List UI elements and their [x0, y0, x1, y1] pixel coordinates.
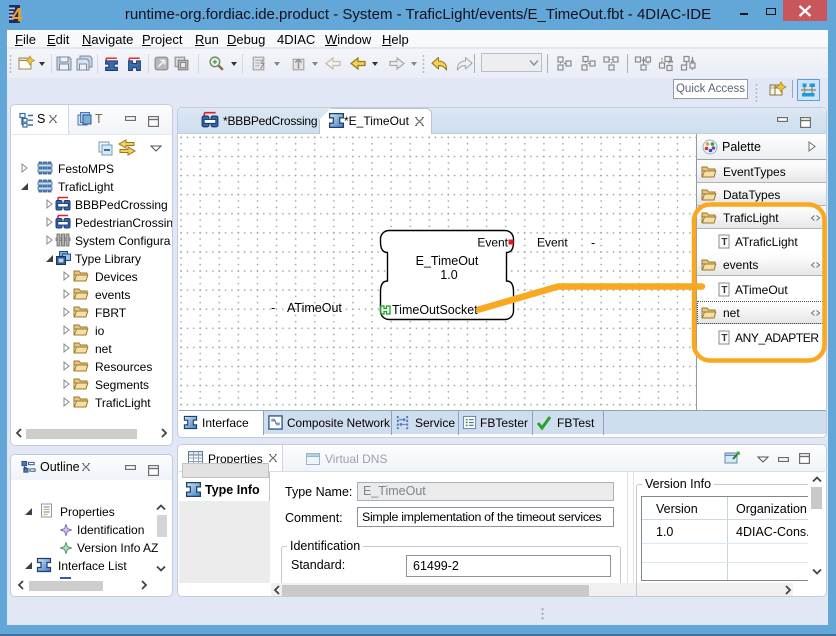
- svg-text:4: 4: [12, 6, 23, 25]
